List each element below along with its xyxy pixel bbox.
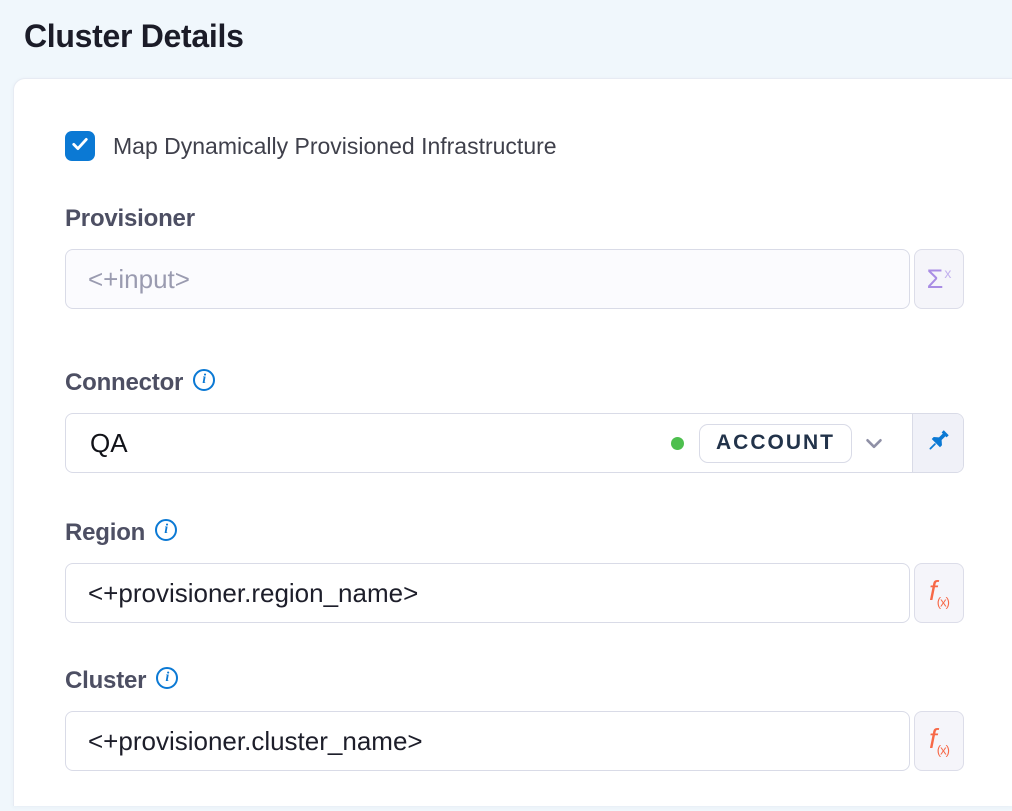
map-dynamic-infra-row: Map Dynamically Provisioned Infrastructu…	[65, 130, 964, 162]
cluster-label: Cluster	[65, 667, 146, 695]
chevron-down-icon[interactable]	[852, 430, 896, 456]
connector-input[interactable]	[66, 428, 671, 459]
pin-connector-button[interactable]	[912, 414, 963, 472]
fx-expression-icon: f(x)	[929, 577, 949, 609]
connector-label: Connector	[65, 369, 183, 397]
expression-toggle-button[interactable]: f(x)	[914, 563, 964, 623]
provisioner-group: Provisioner Σx	[65, 205, 964, 309]
expression-toggle-button[interactable]: f(x)	[914, 711, 964, 771]
cluster-info-icon[interactable]: i	[156, 667, 178, 689]
sigma-runtime-input-icon: Σx	[927, 266, 952, 293]
region-label: Region	[65, 519, 145, 547]
pin-icon	[924, 427, 952, 460]
region-group: Region i f(x)	[65, 519, 964, 623]
provisioner-input[interactable]	[65, 249, 910, 309]
cluster-group: Cluster i f(x)	[65, 667, 964, 771]
map-dynamic-infra-checkbox[interactable]	[65, 131, 95, 161]
connector-field: ACCOUNT	[65, 413, 964, 473]
connector-group: Connector i ACCOUNT	[65, 369, 964, 473]
provisioner-label: Provisioner	[65, 205, 195, 233]
cluster-input[interactable]	[65, 711, 910, 771]
connector-info-icon[interactable]: i	[193, 369, 215, 391]
cluster-details-panel: Map Dynamically Provisioned Infrastructu…	[13, 78, 1012, 806]
region-input[interactable]	[65, 563, 910, 623]
runtime-input-toggle-button[interactable]: Σx	[914, 249, 964, 309]
map-dynamic-infra-label: Map Dynamically Provisioned Infrastructu…	[113, 133, 557, 160]
connector-scope-badge: ACCOUNT	[699, 424, 852, 463]
checkmark-icon	[70, 134, 90, 159]
page-title: Cluster Details	[24, 18, 244, 55]
connector-status-dot	[671, 437, 684, 450]
fx-expression-icon: f(x)	[929, 725, 949, 757]
region-info-icon[interactable]: i	[155, 519, 177, 541]
